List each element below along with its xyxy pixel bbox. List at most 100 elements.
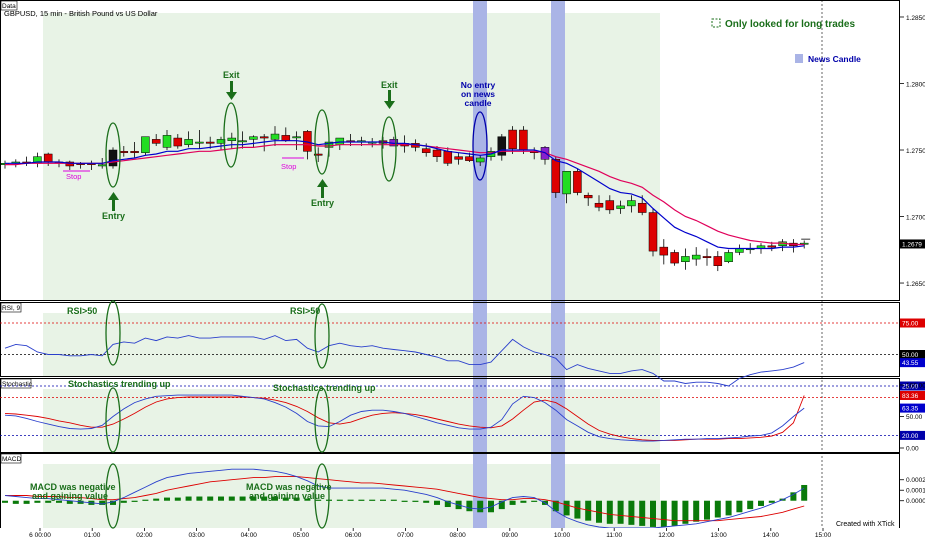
macd-histogram-bar	[131, 500, 138, 502]
candle-body	[637, 202, 647, 213]
stoch-tick-label: 100.00	[906, 383, 925, 390]
chart-window: Data GBPUSD, 15 min - British Pound vs U…	[0, 0, 925, 539]
macd-histogram-bar	[801, 484, 808, 501]
macd-tag: MACD	[0, 453, 21, 464]
macd-histogram-bar	[120, 500, 127, 503]
candle-body	[292, 136, 301, 139]
exit-label-1: Exit	[223, 70, 240, 80]
rsi-tick-label: 43.55	[902, 360, 919, 367]
candle-body	[519, 129, 528, 151]
rsi-tag-label: RSI, 9	[2, 305, 20, 312]
candle-body	[205, 141, 215, 144]
stoch-tag: Stochastic	[0, 378, 33, 389]
time-tick-label: 10:00	[554, 532, 571, 539]
macd-histogram-bar	[574, 500, 581, 519]
macd-histogram-bar	[239, 496, 246, 501]
macd-label-1b: and gaining value	[32, 491, 108, 501]
candle-body	[119, 151, 129, 153]
candle-body	[335, 137, 345, 145]
macd-histogram-bar	[434, 500, 440, 505]
time-tick-label: 01:00	[84, 532, 101, 539]
candle-body	[659, 246, 669, 256]
macd-histogram-bar	[628, 500, 635, 525]
candle-body	[443, 151, 453, 164]
rsi-label-1: RSI>50	[67, 306, 97, 316]
macd-histogram-bar	[617, 500, 624, 524]
price-tick-label: 1.2650	[906, 281, 925, 288]
macd-histogram-bar	[401, 500, 408, 502]
price-tick-label: 1.2750	[906, 148, 925, 155]
legend-news-label: News Candle	[808, 54, 861, 64]
time-tick-label: 06:00	[345, 532, 362, 539]
candle-body	[162, 135, 172, 148]
time-tick-label: 03:00	[188, 532, 205, 539]
macd-histogram-bar	[704, 500, 710, 520]
candle-body	[108, 149, 118, 167]
candle-body	[281, 135, 291, 141]
candle-body	[454, 156, 463, 160]
time-tick-label: 09:00	[502, 532, 519, 539]
candle-body	[583, 194, 593, 199]
candle-body	[421, 148, 431, 153]
macd-histogram-bar	[520, 500, 527, 503]
macd-histogram-bar	[693, 500, 700, 522]
macd-histogram-bar	[768, 500, 775, 503]
macd-histogram-bar	[45, 500, 52, 503]
rsi-tag: RSI, 9	[0, 302, 22, 313]
price-tick-label: 1.2800	[906, 82, 925, 89]
macd-histogram-bar	[531, 500, 538, 502]
time-tick-label: 13:00	[710, 532, 727, 539]
candle-body	[497, 136, 507, 156]
candle-body	[151, 139, 161, 144]
candle-body	[605, 200, 615, 211]
last-price-label: 1.2679	[902, 241, 922, 248]
time-tick-label: 12:00	[658, 532, 675, 539]
macd-histogram-bar	[358, 499, 365, 501]
macd-histogram-bar	[56, 500, 62, 503]
entry-label-1: Entry	[102, 211, 125, 221]
macd-tick-label: 0.0001	[906, 488, 925, 495]
candle-body	[270, 133, 280, 140]
macd-histogram-bar	[218, 496, 224, 501]
macd-histogram-bar	[34, 500, 41, 503]
green-zone-rsi	[43, 313, 660, 376]
macd-histogram-bar	[164, 497, 170, 501]
time-tick-label: 02:00	[136, 532, 153, 539]
macd-histogram-bar	[725, 500, 732, 516]
stoch-tag-label: Stochastic	[2, 381, 33, 388]
stoch-label-2: Stochastics trending up	[273, 383, 376, 393]
candle-body	[627, 200, 636, 207]
candle-body	[670, 252, 679, 264]
candle-body	[551, 159, 561, 193]
macd-histogram-bar	[153, 498, 160, 501]
candle-body	[249, 136, 258, 140]
macd-histogram-bar	[488, 500, 494, 513]
stoch-tick-label: 20.00	[902, 433, 919, 440]
candle-body	[713, 256, 723, 266]
time-tick-label: 11:00	[606, 532, 622, 539]
time-tick-label: 6 00:00	[29, 532, 51, 539]
stop-label-1: Stop	[66, 172, 81, 181]
candle-body	[130, 151, 139, 153]
macd-histogram-bar	[736, 500, 743, 513]
news-band-2	[551, 0, 565, 528]
created-with: Created with XTick	[836, 521, 895, 528]
stop-label-2: Stop	[281, 162, 296, 171]
entry-label-2: Entry	[311, 198, 334, 208]
time-axis: 6 00:00 01:00 02:00 03:00 04:00 05:00 06:00 07:…	[0, 528, 925, 539]
rsi-tick-label: 75.00	[902, 321, 919, 328]
stoch-tick-label: 0.00	[906, 446, 919, 453]
macd-histogram-bar	[758, 500, 764, 506]
macd-histogram-bar	[380, 499, 386, 501]
candle-body	[648, 212, 658, 252]
macd-histogram-bar	[747, 500, 754, 510]
candle-body	[238, 140, 247, 143]
macd-label-2b: and gaining value	[249, 491, 325, 501]
candle-body	[97, 164, 107, 167]
stoch-tick-label: 83.36	[902, 393, 919, 400]
time-tick-label: 07:00	[397, 532, 414, 539]
candle-body	[184, 139, 193, 145]
no-entry-labels: No entry on news candle	[461, 80, 496, 108]
macd-histogram-bar	[390, 499, 397, 501]
candle-body	[227, 137, 237, 141]
